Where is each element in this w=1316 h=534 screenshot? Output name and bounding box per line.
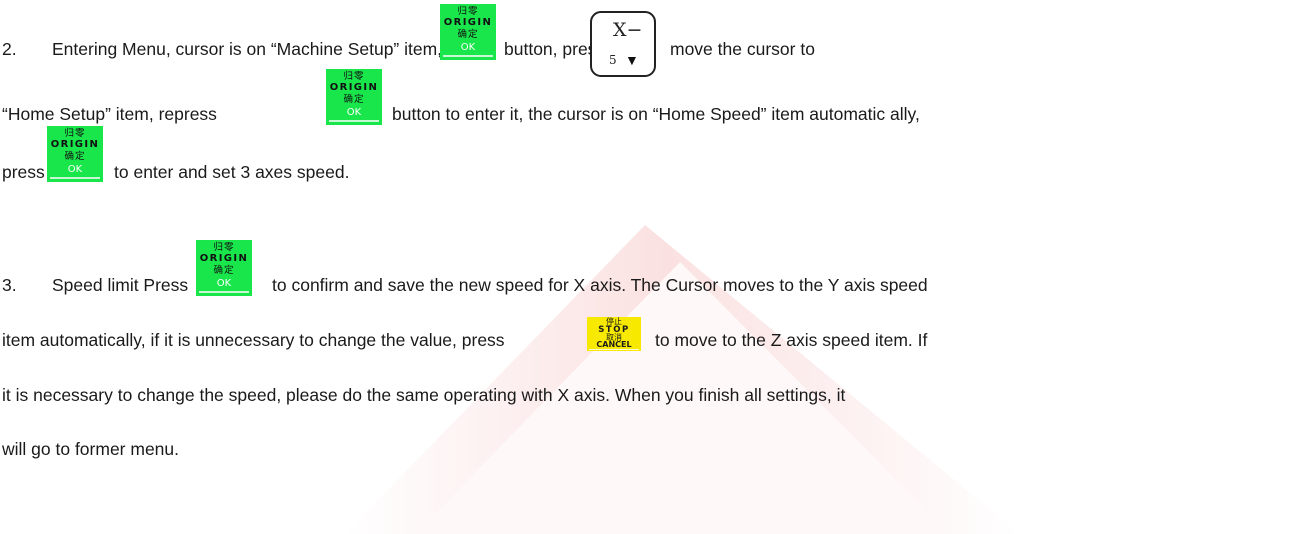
step-2-text: to enter and set 3 axes speed.: [114, 162, 350, 182]
origin-ok-key-icon: 归零 ORIGIN 确定 OK: [326, 69, 382, 125]
step-3-text: Speed limit Press: [52, 275, 189, 295]
step-3-text: it is necessary to change the speed, ple…: [2, 385, 846, 405]
step-3-text: to move to the Z axis speed item. If: [655, 330, 928, 350]
down-arrow-icon: ▼: [625, 52, 639, 68]
step-2-number: 2.: [2, 39, 17, 59]
step-3-text: item automatically, if it is unnecessary…: [2, 330, 505, 350]
step-2-text: move the cursor to: [670, 39, 815, 59]
x-minus-down-key-icon: X− 5 ▼: [590, 11, 656, 77]
step-2-text: Entering Menu, cursor is on “Machine Set…: [52, 39, 490, 59]
document-body: 2. Entering Menu, cursor is on “Machine …: [0, 0, 1316, 534]
origin-ok-key-icon: 归零 ORIGIN 确定 OK: [47, 126, 103, 182]
stop-cancel-key-icon: 停止 STOP 取消 CANCEL: [587, 317, 641, 351]
step-2-text: button to enter it, the cursor is on “Ho…: [392, 104, 920, 124]
step-2-text: press: [2, 162, 45, 182]
step-3-text: will go to former menu.: [2, 439, 180, 459]
step-2-text: “Home Setup” item, repress: [2, 104, 217, 124]
origin-ok-key-icon: 归零 ORIGIN 确定 OK: [196, 240, 252, 296]
step-3-text: to confirm and save the new speed for X …: [272, 275, 928, 295]
step-3-number: 3.: [2, 275, 17, 295]
origin-ok-key-icon: 归零 ORIGIN 确定 OK: [440, 4, 496, 60]
